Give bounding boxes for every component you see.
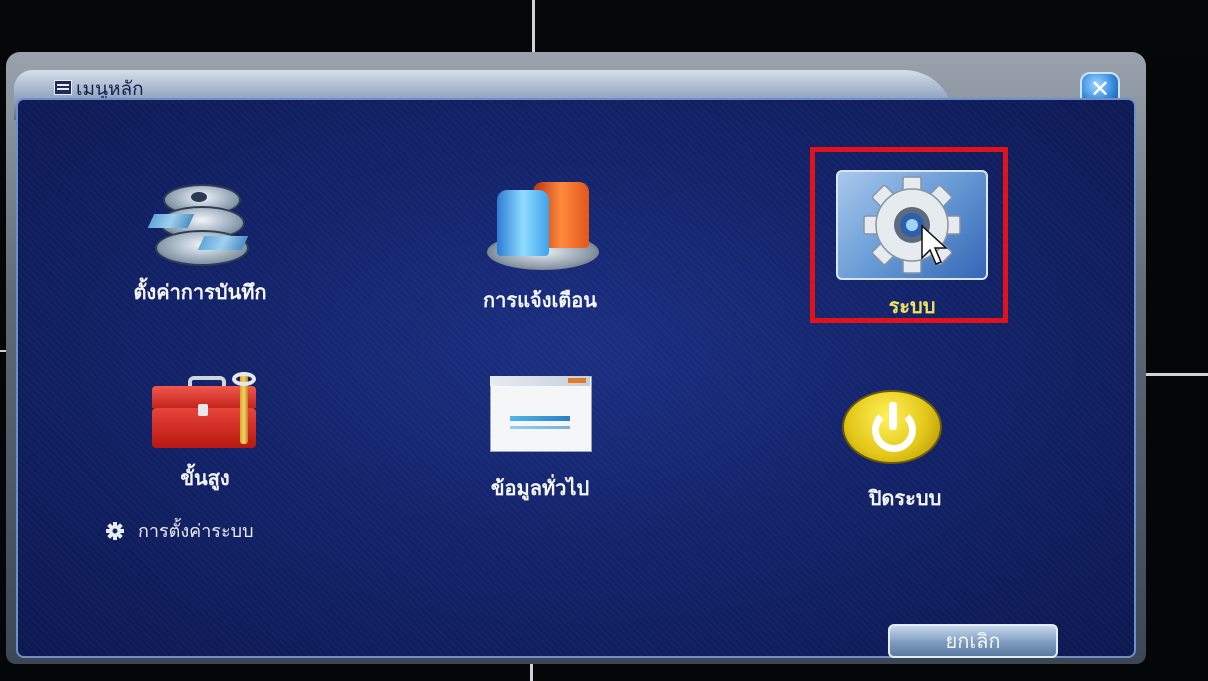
toolbox-icon [148,372,268,452]
menu-item-label: ขั้นสูง [180,466,230,490]
system-settings-label: การตั้งค่าระบบ [138,521,254,542]
menu-item-shutdown[interactable]: ปิดระบบ [820,388,990,518]
menu-item-label: ปิดระบบ [868,486,942,510]
alarm-siren-icon [485,182,605,274]
system-settings-link[interactable]: การตั้งค่าระบบ [106,516,254,545]
main-menu-window: เมนูหลัก ✕ [6,52,1146,664]
menu-item-label: การแจ้งเตือน [483,288,597,312]
film-reel-icon [145,184,255,266]
menu-item-label: ตั้งค่าการบันทึก [133,280,267,304]
background-divider [532,0,535,56]
small-gear-icon [106,521,124,540]
power-icon [842,390,942,464]
menu-item-label: ข้อมูลทั่วไป [490,476,590,500]
info-window-icon [490,376,592,452]
menu-item-info[interactable]: ข้อมูลทั่วไป [450,372,630,502]
menu-item-alarm[interactable]: การแจ้งเตือน [440,180,640,320]
cancel-button[interactable]: ยกเลิก [888,624,1058,658]
menu-item-record[interactable]: ตั้งค่าการบันทึก [100,180,300,310]
menu-grid-icon [54,80,72,95]
menu-item-advanced[interactable]: ขั้นสูง [110,368,300,498]
selection-highlight [810,147,1008,323]
background-top [0,0,1208,52]
